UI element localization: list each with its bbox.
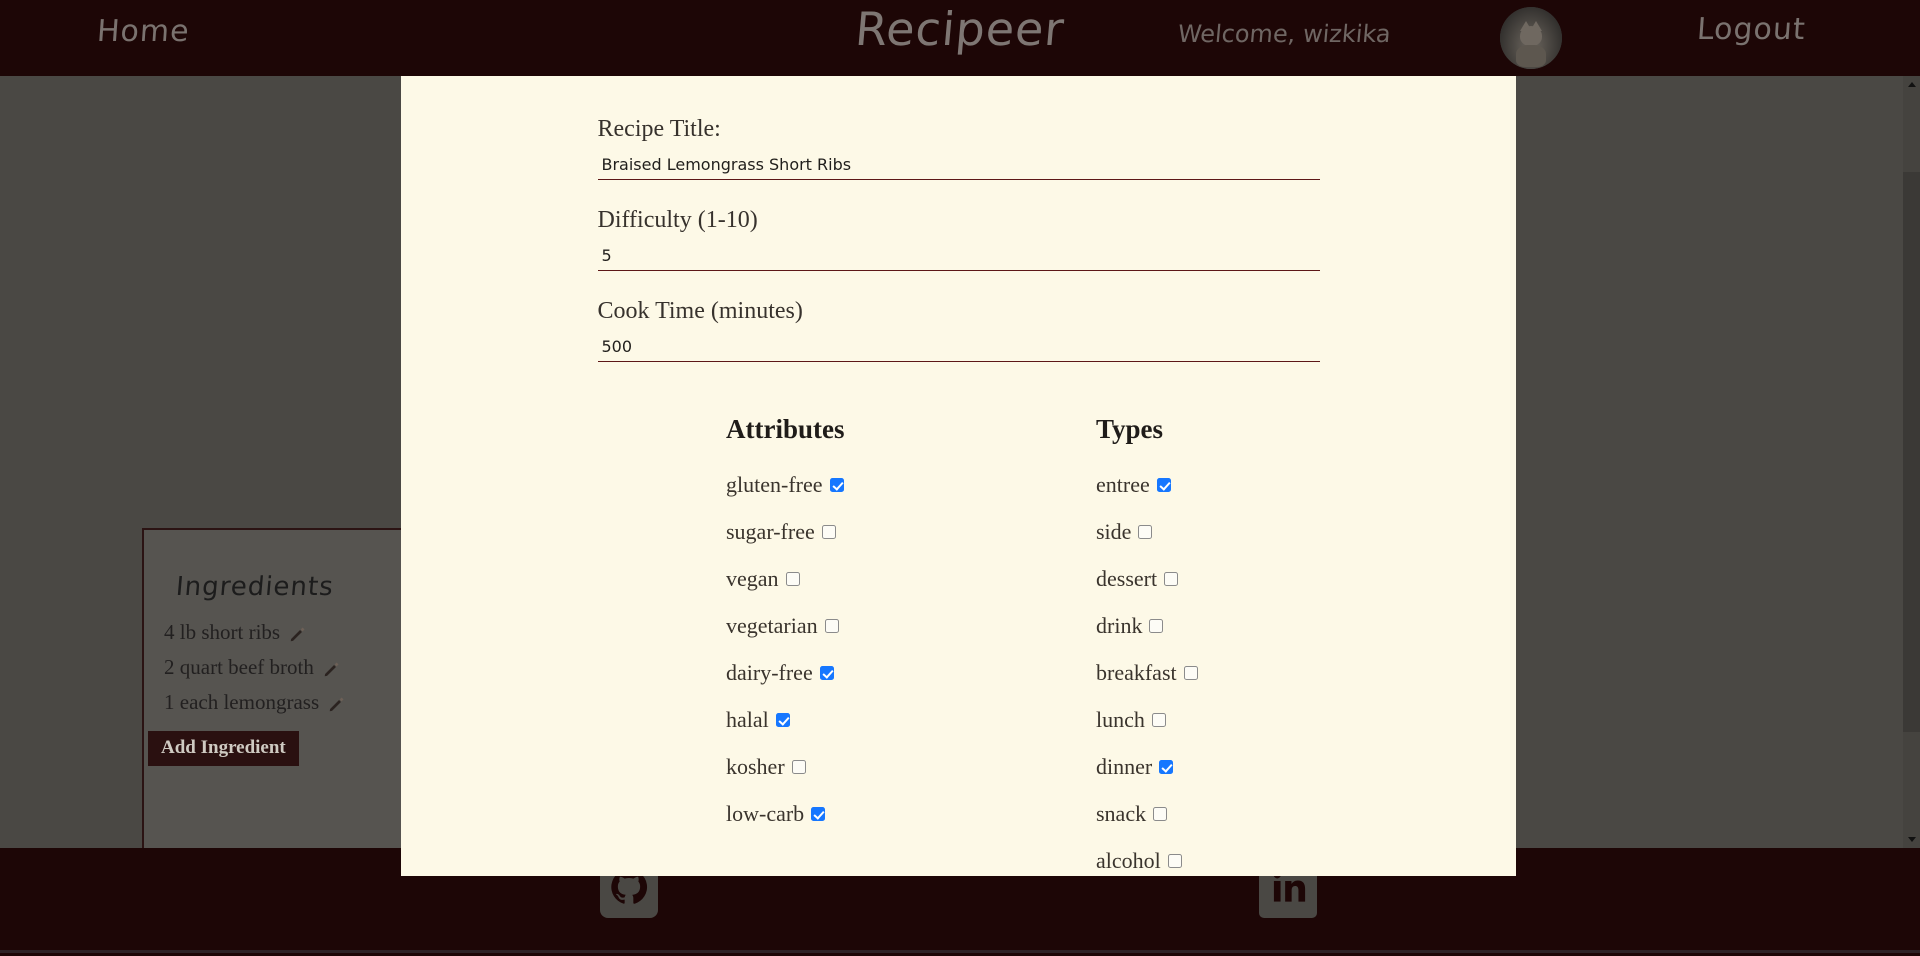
footer-divider	[0, 950, 1920, 953]
checkbox[interactable]	[819, 666, 834, 680]
attribute-low-carb[interactable]: low-carb	[726, 801, 1096, 827]
type-snack[interactable]: snack	[1096, 801, 1466, 827]
checkbox[interactable]	[1156, 478, 1171, 492]
checkbox-label: side	[1096, 519, 1132, 544]
checkbox-label: breakfast	[1096, 660, 1177, 685]
types-heading: Types	[1096, 414, 1164, 444]
checkbox-label: low-carb	[726, 801, 805, 826]
checkbox[interactable]	[1164, 572, 1179, 586]
attribute-kosher[interactable]: kosher	[726, 754, 1096, 780]
type-breakfast[interactable]: breakfast	[1096, 660, 1466, 686]
difficulty-field: Difficulty (1-10)	[597, 207, 1320, 271]
checkbox-label: snack	[1096, 801, 1147, 826]
edit-recipe-modal: Recipe Title: Difficulty (1-10) Cook Tim…	[401, 74, 1516, 876]
difficulty-label: Difficulty (1-10)	[597, 207, 758, 233]
checkbox[interactable]	[1138, 525, 1153, 539]
attributes-heading: Attributes	[726, 414, 845, 444]
tag-columns: Attributes gluten-free sugar-free vegan	[401, 414, 1516, 876]
checkbox[interactable]	[1151, 713, 1166, 727]
cook-time-field: Cook Time (minutes)	[597, 298, 1320, 362]
attribute-vegetarian[interactable]: vegetarian	[726, 613, 1096, 639]
attributes-column: Attributes gluten-free sugar-free vegan	[726, 414, 1096, 876]
checkbox[interactable]	[829, 478, 844, 492]
nav-logout-link[interactable]: Logout	[1696, 12, 1807, 47]
ingredient-text: 2 quart beef broth	[164, 655, 314, 679]
checkbox[interactable]	[775, 713, 790, 727]
checkbox-label: drink	[1096, 613, 1143, 638]
type-alcohol[interactable]: alcohol	[1096, 848, 1466, 874]
checkbox[interactable]	[1149, 619, 1164, 633]
attribute-halal[interactable]: halal	[726, 707, 1096, 733]
checkbox-label: dessert	[1096, 566, 1158, 591]
avatar-cat-body	[1516, 44, 1546, 67]
checkbox[interactable]	[821, 525, 836, 539]
type-dessert[interactable]: dessert	[1096, 566, 1466, 592]
checkbox-label: lunch	[1096, 707, 1145, 732]
nav-home-link[interactable]: Home	[96, 14, 191, 49]
attribute-dairy-free[interactable]: dairy-free	[726, 660, 1096, 686]
difficulty-input[interactable]	[597, 244, 1320, 271]
ingredient-text: 1 each lemongrass	[164, 690, 320, 714]
avatar-cat-head	[1520, 25, 1542, 46]
attribute-vegan[interactable]: vegan	[726, 566, 1096, 592]
checkbox[interactable]	[1153, 807, 1168, 821]
checkbox[interactable]	[785, 572, 800, 586]
edit-pencil-icon[interactable]	[328, 694, 345, 712]
checkbox[interactable]	[1167, 854, 1182, 868]
checkbox[interactable]	[824, 619, 839, 633]
checkbox-label: gluten-free	[726, 472, 823, 497]
checkbox[interactable]	[791, 760, 806, 774]
checkbox-label: halal	[726, 707, 769, 732]
checkbox-label: kosher	[726, 754, 785, 779]
scrollbar-thumb[interactable]	[1903, 172, 1920, 732]
checkbox-label: alcohol	[1096, 848, 1161, 873]
checkbox-label: vegan	[726, 566, 779, 591]
navbar: Home Recipeer Welcome, wizkika Logout	[0, 0, 1920, 76]
app-brand-title[interactable]: Recipeer	[853, 2, 1067, 56]
avatar[interactable]	[1500, 7, 1562, 69]
app-root: Ingredients 4 lb short ribs 2 quart beef…	[0, 0, 1920, 956]
attribute-gluten-free[interactable]: gluten-free	[726, 472, 1096, 498]
recipe-title-input[interactable]	[597, 153, 1320, 180]
checkbox[interactable]	[1159, 760, 1174, 774]
recipe-title-field: Recipe Title:	[597, 116, 1320, 180]
attribute-sugar-free[interactable]: sugar-free	[726, 519, 1096, 545]
checkbox-label: entree	[1096, 472, 1150, 497]
type-side[interactable]: side	[1096, 519, 1466, 545]
ingredient-text: 4 lb short ribs	[164, 620, 281, 644]
type-lunch[interactable]: lunch	[1096, 707, 1466, 733]
type-drink[interactable]: drink	[1096, 613, 1466, 639]
welcome-message: Welcome, wizkika	[1176, 20, 1392, 48]
checkbox-label: dairy-free	[726, 660, 813, 685]
types-column: Types entree side dessert drink breakfas…	[1096, 414, 1466, 876]
vertical-scrollbar[interactable]	[1903, 76, 1920, 848]
scroll-up-arrow-icon[interactable]	[1903, 76, 1920, 93]
recipe-title-label: Recipe Title:	[597, 116, 721, 142]
edit-pencil-icon[interactable]	[323, 659, 340, 677]
add-ingredient-button[interactable]: Add Ingredient	[148, 731, 299, 766]
checkbox[interactable]	[1183, 666, 1198, 680]
checkbox-label: vegetarian	[726, 613, 818, 638]
checkbox-label: dinner	[1096, 754, 1153, 779]
cook-time-input[interactable]	[597, 335, 1320, 362]
checkbox[interactable]	[811, 807, 826, 821]
scroll-down-arrow-icon[interactable]	[1903, 831, 1920, 848]
edit-pencil-icon[interactable]	[289, 624, 306, 642]
cook-time-label: Cook Time (minutes)	[597, 298, 803, 324]
checkbox-label: sugar-free	[726, 519, 815, 544]
type-dinner[interactable]: dinner	[1096, 754, 1466, 780]
type-entree[interactable]: entree	[1096, 472, 1466, 498]
